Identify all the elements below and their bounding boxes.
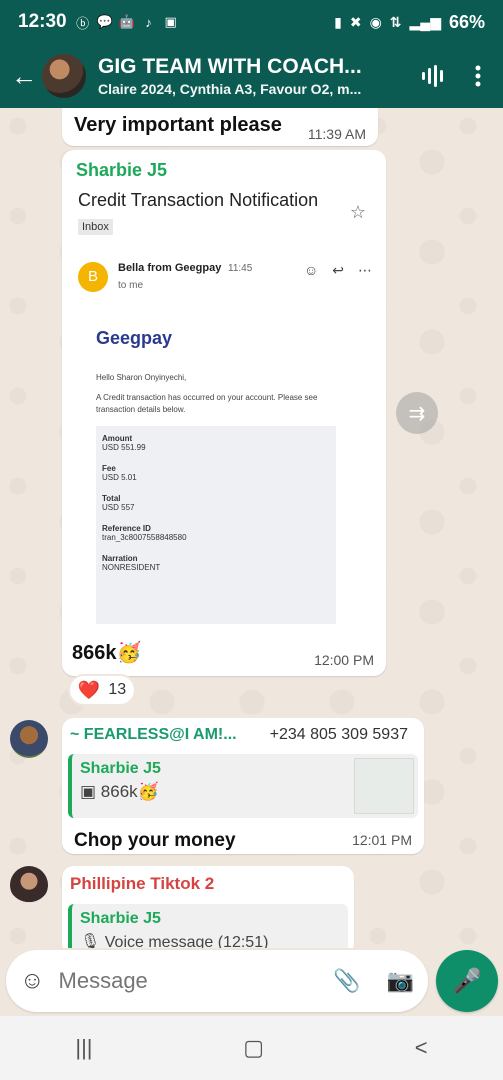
quoted-message[interactable]: Sharbie J5 🎙 Voice message (12:51) (68, 904, 348, 948)
avatar[interactable] (10, 720, 48, 758)
star-icon: ☆ (349, 202, 366, 222)
more-vert-icon[interactable] (475, 65, 481, 87)
mic-small-icon: 🎙 (80, 934, 105, 948)
camera-icon[interactable]: 📷 (387, 968, 414, 994)
email-from-name: Bella from Geegpay (118, 262, 222, 274)
smiley-icon: ☺ (303, 262, 319, 278)
group-members: Claire 2024, Cynthia A3, Favour O2, m... (98, 81, 362, 97)
mic-button[interactable]: 🎤 (436, 950, 498, 1012)
status-bar: 12:30 ⓑ 💬 🤖 ♪ ▣ ▮ ✖ ◉ ⇅ ▂▄▆ 66% (0, 0, 503, 44)
detail-label: Fee (102, 464, 116, 473)
battery-saver-icon: ▮ (334, 13, 342, 30)
detail-row: Reference ID tran_3c8007558848580 (102, 524, 330, 542)
email-from-time: 11:45 (228, 263, 253, 274)
chat-area[interactable]: Very important please 11:39 AM Sharbie J… (0, 108, 503, 948)
message-bubble[interactable]: ~ FEARLESS@I AM!... +234 805 309 5937 Sh… (62, 718, 424, 854)
tiktok-icon: ♪ (145, 14, 152, 30)
sender-name[interactable]: Phillipine Tiktok 2 (70, 874, 346, 894)
more-horiz-icon: ⋯ (358, 262, 372, 278)
brand-logo: Geegpay (96, 328, 173, 348)
chat-title-area[interactable]: GIG TEAM WITH COACH... Claire 2024, Cynt… (98, 55, 388, 97)
avatar[interactable] (10, 866, 48, 904)
chat-header: ← GIG TEAM WITH COACH... Claire 2024, Cy… (0, 44, 503, 108)
chat-icon: 💬 (96, 14, 113, 29)
quoted-text: 🎙 Voice message (12:51) (80, 932, 340, 948)
quoted-caption: Voice message (12:51) (104, 934, 269, 948)
message-text: Chop your money (74, 830, 236, 851)
attach-icon[interactable]: 📎 (333, 968, 360, 994)
image-message-bubble[interactable]: Sharbie J5 Credit Transaction Notificati… (62, 150, 386, 676)
emoji-icon[interactable]: ☺ (20, 967, 45, 995)
detail-value: USD 551.99 (102, 443, 146, 452)
transaction-details: Amount USD 551.99 Fee USD 5.01 Total USD… (96, 426, 336, 624)
detail-value: tran_3c8007558848580 (102, 533, 187, 542)
message-time: 11:39 AM (307, 126, 366, 142)
reaction-badge[interactable]: ❤️ 13 (68, 674, 136, 706)
quoted-sender: Sharbie J5 (80, 910, 161, 927)
email-intro: A Credit transaction has occurred on you… (96, 393, 318, 414)
reply-icon: ↩ (332, 262, 344, 278)
email-to: to me (118, 280, 144, 291)
image-caption: 866k🥳 (72, 642, 142, 664)
detail-value: USD 557 (102, 503, 135, 512)
group-title: GIG TEAM WITH COACH... (98, 55, 362, 78)
email-greeting: Hello Sharon Onyinyechi, (96, 373, 187, 382)
detail-value: NONRESIDENT (102, 563, 161, 572)
inbox-tag: Inbox (78, 219, 113, 235)
photo-icon: ▣ (80, 782, 101, 801)
signal-icon: ▂▄▆ (409, 13, 441, 30)
detail-row: Fee USD 5.01 (102, 464, 330, 482)
detail-row: Total USD 557 (102, 494, 330, 512)
message-bubble[interactable]: Very important please 11:39 AM (62, 108, 378, 146)
battery-percent: 66% (448, 11, 485, 32)
quoted-message[interactable]: Sharbie J5 ▣ 866k🥳 (68, 754, 418, 818)
detail-label: Narration (102, 554, 138, 563)
sender-name[interactable]: ~ FEARLESS@I AM!... (70, 726, 237, 744)
b-icon: ⓑ (76, 15, 90, 31)
reaction-count: 13 (108, 681, 127, 698)
email-screenshot[interactable]: Credit Transaction Notification Inbox ☆ … (68, 184, 380, 624)
sender-name[interactable]: Sharbie J5 (76, 160, 380, 181)
detail-value: USD 5.01 (102, 473, 137, 482)
message-time: 12:00 PM (314, 652, 374, 668)
detail-label: Amount (102, 434, 133, 443)
detail-label: Reference ID (102, 524, 151, 533)
home-icon[interactable]: ▢ (243, 1035, 264, 1061)
email-body: Hello Sharon Onyinyechi, A Credit transa… (96, 372, 336, 424)
detail-row: Narration NONRESIDENT (102, 554, 330, 572)
group-avatar[interactable] (42, 54, 86, 98)
sender-avatar: B (78, 262, 108, 292)
message-bubble[interactable]: Phillipine Tiktok 2 Sharbie J5 🎙 Voice m… (62, 866, 354, 948)
system-nav-bar: ||| ▢ < (0, 1016, 503, 1080)
quoted-caption: 866k🥳 (100, 782, 159, 801)
quoted-thumbnail (354, 758, 414, 814)
back-nav-icon[interactable]: < (415, 1035, 428, 1061)
mic-icon: 🎤 (452, 967, 482, 995)
email-from-row: B Bella from Geegpay 11:45 to me ☺ ↩ ⋯ (78, 262, 378, 302)
detail-row: Amount USD 551.99 (102, 434, 330, 452)
message-time: 12:01 PM (352, 832, 412, 848)
status-time: 12:30 (18, 11, 67, 32)
robot-icon: 🤖 (118, 14, 135, 29)
message-composer: ☺ 📎 📷 (6, 950, 428, 1012)
data-icon: ⇅ (389, 13, 402, 30)
sender-phone: +234 805 309 5937 (269, 726, 408, 743)
audio-wave-icon[interactable] (421, 64, 447, 88)
hotspot-icon: ◉ (369, 13, 382, 30)
detail-label: Total (102, 494, 121, 503)
forward-icon[interactable]: ⇉ (396, 392, 438, 434)
mute-icon: ✖ (349, 13, 362, 30)
recent-apps-icon[interactable]: ||| (75, 1035, 92, 1061)
image-icon: ▣ (164, 14, 177, 29)
email-subject: Credit Transaction Notification (78, 190, 319, 210)
message-input[interactable] (58, 968, 299, 994)
heart-icon: ❤️ (77, 679, 101, 700)
arrow-left-icon[interactable]: ← (6, 61, 42, 92)
